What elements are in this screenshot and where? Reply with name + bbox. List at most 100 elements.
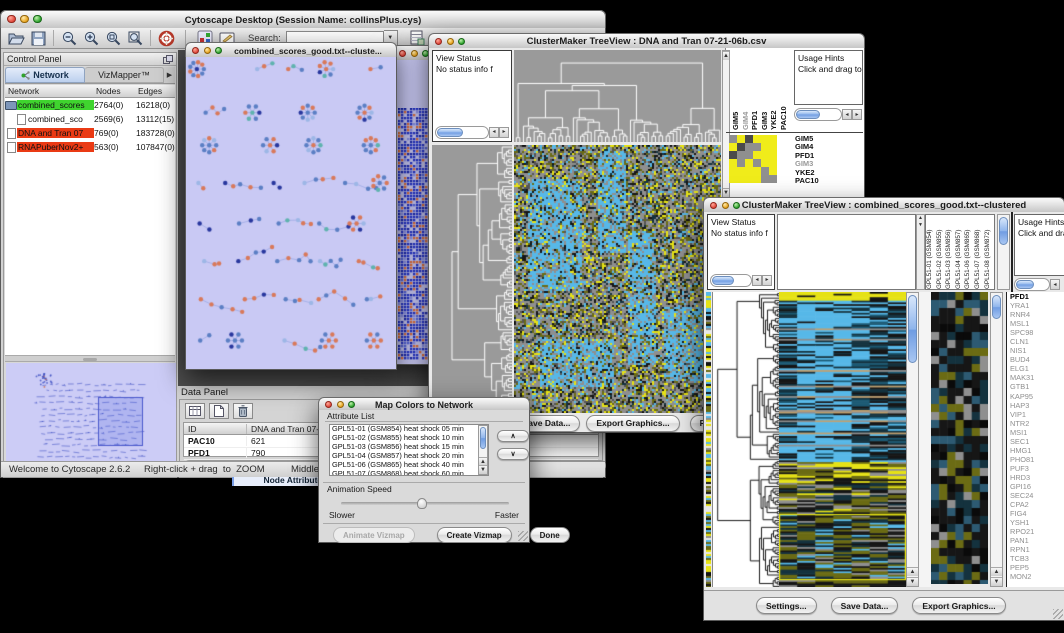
gene-label[interactable]: YRA1: [1010, 301, 1064, 310]
matrix-cell[interactable]: [737, 135, 745, 143]
gene-label[interactable]: PAN1: [1010, 536, 1064, 545]
matrix-cell[interactable]: [761, 167, 769, 175]
treeview2-zoom-heatmap[interactable]: [931, 292, 988, 584]
scroll-left-icon[interactable]: ◂: [1050, 279, 1060, 290]
column-label[interactable]: GPL51-04 (GSM857): [955, 215, 965, 289]
minimize-icon[interactable]: [337, 401, 344, 408]
gene-label[interactable]: SEC1: [1010, 437, 1064, 446]
matrix-cell[interactable]: [729, 175, 737, 183]
minimize-icon[interactable]: [447, 38, 454, 45]
new-attribute-icon[interactable]: [209, 403, 229, 419]
zoom-window-icon[interactable]: [458, 38, 465, 45]
matrix-cell[interactable]: [769, 151, 777, 159]
gene-label[interactable]: YSH1: [1010, 518, 1064, 527]
minimize-icon[interactable]: [722, 202, 729, 209]
matrix-cell[interactable]: [745, 135, 753, 143]
float-panel-icon[interactable]: [163, 55, 173, 64]
close-icon[interactable]: [399, 50, 406, 57]
matrix-cell[interactable]: [737, 175, 745, 183]
matrix-cell[interactable]: [729, 167, 737, 175]
column-label[interactable]: GIM3: [760, 52, 770, 130]
treeview2-button-export-graphics-[interactable]: Export Graphics...: [912, 597, 1005, 614]
matrix-cell[interactable]: [761, 159, 769, 167]
network-list-row[interactable]: combined_scores2764(0)16218(0): [5, 98, 175, 112]
matrix-cell[interactable]: [753, 159, 761, 167]
close-icon[interactable]: [710, 202, 717, 209]
tab-network[interactable]: Network: [5, 67, 85, 83]
usage-hints-hscrollbar[interactable]: ◂▸: [794, 108, 862, 121]
scroll-right-icon[interactable]: ▸: [499, 127, 509, 138]
col-edges[interactable]: Edges: [138, 86, 175, 96]
close-icon[interactable]: [325, 401, 332, 408]
treeview1-zoom-heatmap[interactable]: [729, 135, 777, 183]
network-list-row[interactable]: combined_sco2569(6)13112(15): [5, 112, 175, 126]
minimize-icon[interactable]: [411, 50, 418, 57]
network-overview-thumbnail[interactable]: [6, 363, 176, 475]
gene-label[interactable]: HAP3: [1010, 401, 1064, 410]
gene-label[interactable]: KAP95: [1010, 392, 1064, 401]
column-label[interactable]: GPL51-06 (GSM865): [964, 215, 974, 289]
gene-label[interactable]: NIS1: [1010, 346, 1064, 355]
matrix-cell[interactable]: [737, 159, 745, 167]
gene-label[interactable]: MSI1: [1010, 428, 1064, 437]
animation-speed-slider[interactable]: [341, 502, 509, 505]
view-status-hscrollbar[interactable]: ◂▸: [710, 274, 772, 287]
matrix-cell[interactable]: [761, 143, 769, 151]
treeview2-column-tree-area[interactable]: [777, 214, 916, 290]
dialog-button-create-vizmap[interactable]: Create Vizmap: [437, 527, 512, 543]
zoom-window-icon[interactable]: [733, 202, 740, 209]
usage-hints-hscrollbar[interactable]: ◂: [1014, 278, 1060, 291]
gene-label[interactable]: CLN1: [1010, 337, 1064, 346]
attribute-list-item[interactable]: GPL51-01 (GSM854) heat shock 05 min: [330, 425, 488, 434]
treeview2-dendrogram-area[interactable]: [712, 292, 779, 587]
gene-label[interactable]: MSL1: [1010, 319, 1064, 328]
treeview2-mini-scroll[interactable]: ▲▼: [916, 214, 925, 290]
minimize-icon[interactable]: [20, 15, 29, 24]
matrix-cell[interactable]: [769, 143, 777, 151]
matrix-cell[interactable]: [745, 175, 753, 183]
treeview2-zoom-vscrollbar[interactable]: ▲▼: [990, 292, 1003, 587]
gene-label[interactable]: PHO81: [1010, 455, 1064, 464]
col-nodes[interactable]: Nodes: [96, 86, 138, 96]
treeview1-column-dendrogram[interactable]: [514, 50, 721, 142]
matrix-cell[interactable]: [745, 151, 753, 159]
move-down-button[interactable]: ∨: [497, 448, 529, 460]
delete-attribute-trash-icon[interactable]: [233, 403, 253, 419]
matrix-cell[interactable]: [753, 175, 761, 183]
treeview2-button-save-data-[interactable]: Save Data...: [831, 597, 899, 614]
treeview2-heatmap-vscrollbar[interactable]: ▲▼: [906, 292, 919, 587]
network-overview-panel[interactable]: [6, 363, 174, 475]
attribute-select-icon[interactable]: [185, 403, 205, 419]
matrix-cell[interactable]: [769, 159, 777, 167]
attribute-list-item[interactable]: GPL51-02 (GSM855) heat shock 10 min: [330, 434, 488, 443]
gene-label[interactable]: CPA2: [1010, 500, 1064, 509]
view-status-hscrollbar[interactable]: ◂▸: [435, 126, 509, 139]
main-titlebar[interactable]: Cytoscape Desktop (Session Name: collins…: [0, 10, 606, 30]
matrix-cell[interactable]: [737, 143, 745, 151]
column-label[interactable]: YKE2: [769, 52, 779, 130]
matrix-cell[interactable]: [761, 151, 769, 159]
scroll-right-icon[interactable]: ▸: [852, 109, 862, 120]
matrix-cell[interactable]: [745, 159, 753, 167]
matrix-cell[interactable]: [737, 167, 745, 175]
column-label[interactable]: GIM4: [741, 52, 751, 130]
zoom-window-icon[interactable]: [215, 47, 222, 54]
resize-grip[interactable]: [1053, 609, 1063, 619]
gene-label[interactable]: MON2: [1010, 572, 1064, 581]
matrix-cell[interactable]: [753, 151, 761, 159]
row-label[interactable]: PAC10: [795, 177, 861, 185]
attribute-list-item[interactable]: GPL51-03 (GSM856) heat shock 15 min: [330, 443, 488, 452]
panel-splitter[interactable]: [5, 355, 175, 362]
treeview1-button-export-graphics-[interactable]: Export Graphics...: [586, 415, 679, 432]
column-label[interactable]: GPL51-01 (GSM854): [926, 215, 936, 289]
treeview1-row-dendrogram[interactable]: [432, 145, 512, 413]
zoom-selected-icon[interactable]: [102, 29, 124, 48]
gene-label[interactable]: GPI16: [1010, 482, 1064, 491]
gene-label[interactable]: GTB1: [1010, 382, 1064, 391]
zoom-out-icon[interactable]: [58, 29, 80, 48]
resize-grip[interactable]: [518, 531, 528, 541]
zoom-window-icon[interactable]: [348, 401, 355, 408]
matrix-cell[interactable]: [729, 135, 737, 143]
network1-canvas-area[interactable]: [185, 57, 397, 370]
gene-label[interactable]: BUD4: [1010, 355, 1064, 364]
